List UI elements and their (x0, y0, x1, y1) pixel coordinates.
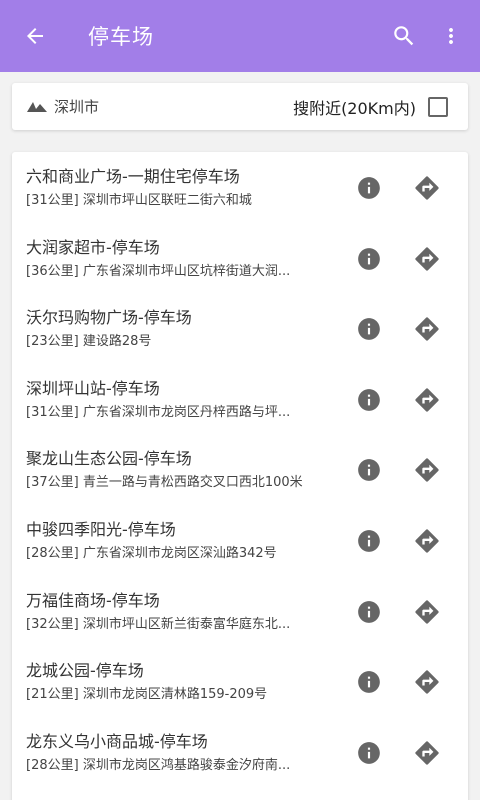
navigate-button[interactable] (413, 386, 441, 414)
navigate-button[interactable] (413, 598, 441, 626)
info-button[interactable] (355, 386, 383, 414)
navigate-button[interactable] (413, 174, 441, 202)
list-item-texts: 龙东义乌小商品城-停车场 [28公里] 深圳市龙岗区鸿基路骏泰金汐府南... (26, 731, 345, 775)
list-item[interactable]: 龙城公园-停车场 [21公里] 深圳市龙岗区清林路159-209号 (12, 647, 468, 717)
navigate-button[interactable] (413, 315, 441, 343)
parking-address: [21公里] 深圳市龙岗区清林路159-209号 (26, 687, 268, 703)
directions-icon (413, 386, 441, 414)
parking-address: [36公里] 广东省深圳市坪山区坑梓街道大润... (26, 263, 291, 279)
info-button[interactable] (355, 245, 383, 273)
landscape-icon (27, 101, 47, 112)
list-item[interactable]: 龙东义乌小商品城-停车场 [28公里] 深圳市龙岗区鸿基路骏泰金汐府南... (12, 718, 468, 788)
city-label: 深圳市 (54, 98, 100, 116)
navigate-button[interactable] (413, 527, 441, 555)
page-title: 停车场 (88, 25, 154, 49)
parking-name: 聚龙山生态公园-停车场 (26, 449, 192, 469)
search-button[interactable] (384, 0, 424, 72)
parking-name: 中骏四季阳光-停车场 (26, 520, 176, 539)
directions-icon (413, 598, 441, 626)
list-item[interactable]: 深圳坪山站-停车场 [31公里] 广东省深圳市龙岗区丹梓西路与坪... (12, 365, 468, 435)
list-item-texts: 聚龙山生态公园-停车场 [37公里] 青兰一路与青松西路交叉口西北100米 (26, 448, 345, 492)
parking-name: 沃尔玛购物广场-停车场 (26, 308, 192, 328)
info-icon (356, 599, 382, 625)
parking-address: [32公里] 深圳市坪山区新兰街泰富华庭东北... (26, 616, 291, 632)
parking-address: [31公里] 深圳市坪山区联旺二街六和城 (26, 193, 252, 208)
parking-address: [23公里] 建设路28号 (26, 334, 152, 350)
info-button[interactable] (355, 456, 383, 484)
nearby-checkbox[interactable] (428, 96, 448, 117)
list-item-texts: 沃尔玛购物广场-停车场 [23公里] 建设路28号 (26, 307, 345, 351)
city-selector[interactable]: 深圳市 (26, 96, 293, 117)
directions-icon (413, 668, 441, 696)
info-button[interactable] (355, 174, 383, 202)
list-item[interactable]: 六和商业广场-一期住宅停车场 [31公里] 深圳市坪山区联旺二街六和城 (12, 153, 468, 223)
app-bar: 停车场 (0, 0, 480, 72)
more-vert-icon (449, 28, 453, 44)
parking-name: 万福佳商场-停车场 (26, 590, 160, 610)
parking-name: 龙城公园-停车场 (26, 661, 144, 681)
filter-bar: 深圳市 搜附近(20Km内) (12, 83, 468, 130)
navigate-button[interactable] (413, 245, 441, 273)
directions-icon (413, 245, 441, 273)
parking-name: 大润家超市-停车场 (26, 237, 160, 257)
directions-icon (413, 739, 441, 767)
navigate-button[interactable] (413, 456, 441, 484)
info-button[interactable] (355, 315, 383, 343)
directions-icon (413, 174, 441, 202)
list-item[interactable]: 中骏四季阳光-停车场 [28公里] 广东省深圳市龙岗区深汕路342号 (12, 506, 468, 576)
list-item-texts: 龙城公园-停车场 [21公里] 深圳市龙岗区清林路159-209号 (26, 660, 345, 704)
parking-address: [28公里] 广东省深圳市龙岗区深汕路342号 (26, 546, 277, 561)
info-button[interactable] (355, 527, 383, 555)
info-icon (356, 316, 382, 342)
navigate-button[interactable] (413, 739, 441, 767)
info-icon (356, 387, 382, 413)
info-button[interactable] (355, 598, 383, 626)
info-button[interactable] (355, 739, 383, 767)
info-icon (356, 246, 382, 272)
info-icon (356, 740, 382, 766)
nearby-label: 搜附近(20Km内) (293, 98, 416, 118)
parking-name: 深圳坪山站-停车场 (26, 378, 160, 398)
arrow-back-icon (27, 28, 43, 44)
list-item[interactable]: 聚龙山生态公园-停车场 [37公里] 青兰一路与青松西路交叉口西北100米 (12, 435, 468, 505)
info-icon (356, 175, 382, 201)
navigate-button[interactable] (413, 668, 441, 696)
search-icon (394, 26, 414, 46)
info-icon (356, 528, 382, 554)
list-item-texts: 万福佳商场-停车场 [32公里] 深圳市坪山区新兰街泰富华庭东北... (26, 590, 345, 634)
info-button[interactable] (355, 668, 383, 696)
list-item-texts: 大润家超市-停车场 [36公里] 广东省深圳市坪山区坑梓街道大润... (26, 237, 345, 281)
list-item[interactable]: 大润家超市-停车场 [36公里] 广东省深圳市坪山区坑梓街道大润... (12, 224, 468, 294)
list-item[interactable]: 沃尔玛购物广场-停车场 [23公里] 建设路28号 (12, 294, 468, 364)
parking-name: 龙东义乌小商品城-停车场 (26, 731, 208, 751)
parking-address: [37公里] 青兰一路与青松西路交叉口西北100米 (26, 475, 303, 491)
list-item-texts: 中骏四季阳光-停车场 [28公里] 广东省深圳市龙岗区深汕路342号 (26, 519, 345, 563)
more-options-button[interactable] (438, 0, 464, 72)
directions-icon (413, 456, 441, 484)
back-button[interactable] (0, 0, 70, 72)
list-item-texts: 六和商业广场-一期住宅停车场 [31公里] 深圳市坪山区联旺二街六和城 (26, 166, 345, 210)
info-icon (356, 669, 382, 695)
parking-address: [31公里] 广东省深圳市龙岗区丹梓西路与坪... (26, 404, 291, 420)
directions-icon (413, 315, 441, 343)
parking-list: 六和商业广场-一期住宅停车场 [31公里] 深圳市坪山区联旺二街六和城大润家超市-… (12, 152, 468, 800)
directions-icon (413, 527, 441, 555)
parking-name: 六和商业广场-一期住宅停车场 (26, 167, 240, 186)
list-item-texts: 深圳坪山站-停车场 [31公里] 广东省深圳市龙岗区丹梓西路与坪... (26, 378, 345, 422)
parking-address: [28公里] 深圳市龙岗区鸿基路骏泰金汐府南... (26, 757, 291, 773)
list-item[interactable]: 万福佳商场-停车场 [32公里] 深圳市坪山区新兰街泰富华庭东北... (12, 577, 468, 647)
info-icon (356, 457, 382, 483)
